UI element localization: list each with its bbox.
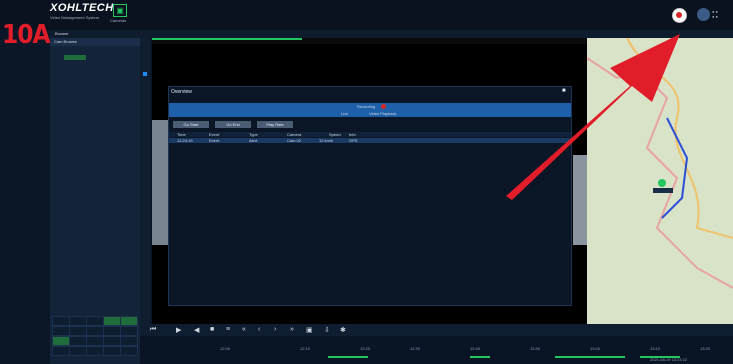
cell-time: 12:24:15 [177, 138, 193, 143]
alert-icon[interactable] [672, 8, 687, 23]
recorded-segment [555, 356, 625, 358]
stop-icon[interactable]: ■ [210, 326, 214, 333]
camera-view-button[interactable]: ▣ [113, 4, 127, 17]
timeline-tick: 12:20 [360, 346, 371, 351]
step-back-icon[interactable]: ‹ [258, 326, 260, 333]
map-graphic [587, 38, 733, 324]
tab-browse[interactable]: Browse [55, 31, 68, 36]
events-table-header: Time Event Type Camera Speed Info [169, 132, 571, 137]
col-speed: Speed [329, 132, 341, 137]
cell-camera: Cam 02 [287, 138, 302, 143]
rewind-icon[interactable]: « [242, 326, 246, 333]
play-icon[interactable]: ▶ [176, 326, 181, 334]
col-event: Event [209, 132, 220, 137]
left-panel-title: Cam Browse [54, 39, 77, 44]
camera-snapshot-icon[interactable]: ▣ [306, 326, 313, 334]
recorded-segment [470, 356, 490, 358]
col-camera: Camera [287, 132, 302, 137]
dialog-close-icon[interactable]: ■ [562, 88, 566, 94]
cell-event: Event [209, 138, 220, 143]
go-end-button[interactable]: Go End [215, 121, 251, 128]
recorded-segment [328, 356, 368, 358]
cell-speed: 12 km/h [319, 138, 334, 143]
camera-view-label: Cameras [110, 18, 127, 23]
go-start-button[interactable]: Go Start [173, 121, 209, 128]
camera-tree-item[interactable] [64, 55, 86, 60]
menu-icon[interactable]: ≡ [226, 326, 230, 333]
timeline-tick: 12:40 [470, 346, 481, 351]
timeline-tick: 13:00 [590, 346, 601, 351]
recording-status: Recording [357, 104, 376, 109]
overview-dialog: Overview ■ Recording Live Video Playback… [168, 86, 572, 306]
fast-forward-icon[interactable]: » [290, 326, 294, 333]
step-forward-icon[interactable]: › [274, 326, 276, 333]
play-rate-button[interactable]: Play Rate [257, 121, 293, 128]
timeline-tick: 12:00 [220, 346, 231, 351]
export-icon[interactable]: ⇩ [324, 326, 330, 334]
view-strip [140, 38, 150, 324]
tab-playback[interactable]: Video Playback [369, 111, 397, 116]
timeline-tick: 12:50 [530, 346, 541, 351]
user-avatar-icon[interactable] [697, 8, 710, 21]
video-progress [152, 38, 302, 40]
timeline-date: 2021-08-19 13:24:22 [650, 357, 688, 362]
cell-info: GPS [349, 138, 358, 143]
view-indicator[interactable] [143, 72, 147, 76]
dialog-title: Overview [171, 89, 192, 95]
vehicle-label [653, 188, 673, 193]
left-panel-header: Cam Browse [50, 38, 140, 46]
col-time: Time [177, 132, 186, 137]
left-panel: Cam Browse [50, 38, 141, 364]
playback-controls: ⏮ ▶ ◀ ■ ≡ « ‹ › » ▣ ⇩ ✱ [140, 324, 733, 336]
timeline-tick: 12:10 [300, 346, 311, 351]
col-info: Info [349, 132, 356, 137]
map-pane[interactable] [587, 38, 733, 324]
dialog-header-band: Recording Live Video Playback [169, 103, 571, 117]
col-type: Type [249, 132, 258, 137]
prev-icon[interactable]: ◀ [194, 326, 199, 334]
playback-timeline[interactable]: ⏮ ▶ ◀ ■ ≡ « ‹ › » ▣ ⇩ ✱ 12:00 12:10 12:2… [140, 324, 733, 364]
record-indicator-icon [381, 104, 386, 109]
cell-type: Alert [249, 138, 258, 143]
settings-icon[interactable]: ✱ [340, 326, 346, 334]
app-logo: XOHLTECH [50, 2, 114, 14]
main-tab-bar: Browse [50, 30, 733, 38]
video-frame-right [573, 155, 587, 245]
vehicle-marker-icon [658, 179, 666, 187]
table-row[interactable]: 12:24:15 Event Alert Cam 02 12 km/h GPS [169, 138, 571, 143]
tab-live[interactable]: Live [341, 111, 348, 116]
timeline-tick: 13:10 [650, 346, 661, 351]
camera-grid-selector[interactable] [52, 316, 138, 358]
timeline-tick: 13:20 [700, 346, 711, 351]
user-menu-label[interactable]: ● ● ● ● [712, 9, 718, 19]
timeline-tick: 12:30 [410, 346, 421, 351]
go-start-icon[interactable]: ⏮ [150, 326, 156, 334]
